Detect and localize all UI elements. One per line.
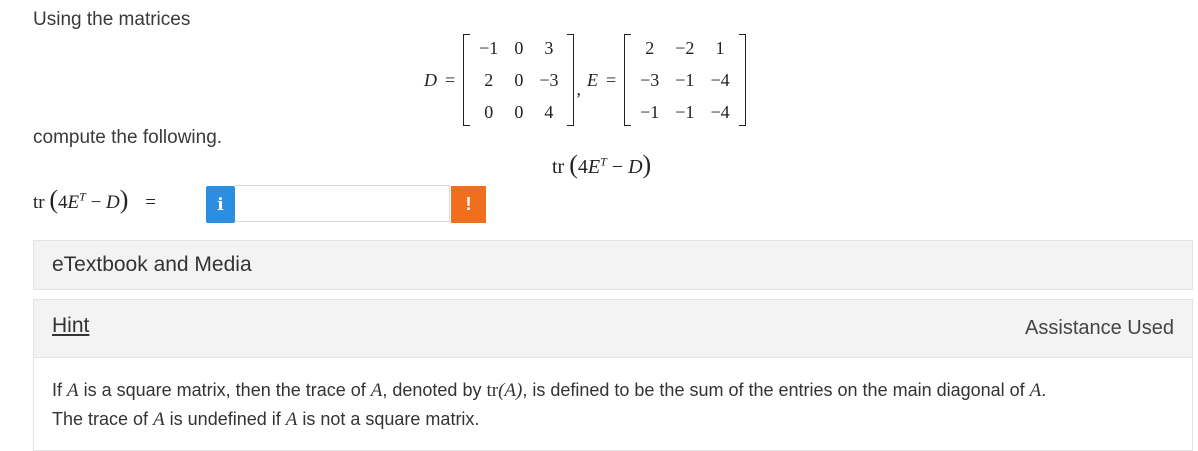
minus-sign: − — [606, 156, 629, 178]
matrix-cell: −1 — [675, 101, 695, 122]
hint-line-2: The trace of A is undefined if A is not … — [52, 405, 1172, 434]
assistance-used-label: Assistance Used — [1025, 317, 1174, 339]
tr-label: tr — [33, 192, 45, 213]
hint-text: The trace of — [52, 409, 154, 429]
e-symbol: E — [587, 156, 601, 178]
intro-text: Using the matrices — [33, 9, 191, 30]
hint-text: , denoted by — [382, 380, 487, 400]
hint-text: , is defined to be the sum of the entrie… — [522, 380, 1030, 400]
minus-sign: − — [85, 192, 107, 213]
matrix-cell: 3 — [544, 37, 554, 58]
matrix-cell: −1 — [479, 37, 499, 58]
transpose-symbol: T — [600, 154, 607, 169]
matrix-cell: 0 — [514, 69, 524, 90]
math-tr: tr — [486, 380, 499, 401]
equals-sign: = — [445, 69, 456, 90]
close-paren: ) — [642, 150, 652, 179]
hint-text: is not a square matrix. — [297, 409, 480, 429]
matrix-cell: −1 — [675, 69, 695, 90]
equals-sign: = — [145, 192, 156, 213]
hint-link[interactable]: Hint — [52, 314, 89, 338]
info-icon[interactable]: i — [206, 186, 235, 223]
matrix-d-label: D — [424, 69, 437, 90]
hint-text: If — [52, 380, 68, 400]
hint-text: is undefined if — [164, 409, 286, 429]
hint-header: Hint Assistance Used — [34, 300, 1192, 358]
matrix-cell: 0 — [514, 101, 524, 122]
hint-line-1: If A is a square matrix, then the trace … — [52, 376, 1172, 405]
math-a: A — [370, 380, 383, 401]
matrix-cell: 0 — [514, 37, 524, 58]
math-a: A — [285, 409, 298, 430]
hint-text: . — [1041, 380, 1047, 400]
open-paren: ( — [49, 185, 59, 214]
matrix-d: −1 0 3 2 0 −3 0 0 4 — [463, 32, 575, 128]
matrix-cell: 0 — [484, 101, 494, 122]
math-a: A — [1029, 380, 1042, 401]
math-a: A — [153, 409, 165, 430]
coefficient: 4 — [577, 156, 588, 178]
etextbook-label[interactable]: eTextbook and Media — [52, 253, 252, 277]
matrix-e: 2 −2 1 −3 −1 −4 −1 −1 −4 — [624, 32, 747, 128]
matrix-cell: 1 — [715, 37, 725, 58]
coefficient: 4 — [58, 192, 68, 213]
open-paren: ( — [569, 150, 578, 179]
equals-sign: = — [605, 69, 617, 90]
d-symbol: D — [106, 192, 120, 213]
matrix-cell: −4 — [710, 69, 730, 90]
hint-body: If A is a square matrix, then the trace … — [52, 376, 1172, 434]
close-paren: ) — [119, 185, 129, 214]
matrix-e-label: E — [586, 69, 598, 90]
matrix-cell: −1 — [640, 101, 660, 122]
e-symbol: E — [67, 192, 80, 213]
d-symbol: D — [628, 156, 643, 178]
transpose-symbol: T — [79, 189, 86, 204]
math-a: (A) — [498, 380, 523, 401]
tr-label: tr — [552, 156, 565, 178]
matrix-cell: −2 — [675, 37, 695, 58]
matrix-cell: 2 — [645, 37, 655, 58]
hint-panel: Hint Assistance Used If A is a square ma… — [33, 299, 1193, 451]
compute-text: compute the following. — [33, 127, 223, 148]
matrix-cell: −3 — [539, 69, 559, 90]
matrix-definitions: D = −1 0 3 2 0 −3 0 0 4 , E = 2 −2 1 −3 … — [424, 30, 747, 130]
warning-icon[interactable]: ! — [451, 186, 486, 223]
matrix-cell: 2 — [484, 69, 494, 90]
matrix-cell: −3 — [640, 69, 660, 90]
math-a: A — [67, 380, 79, 401]
answer-input[interactable] — [235, 185, 450, 222]
matrix-cell: 4 — [544, 101, 554, 122]
answer-label: tr (4ET − D) = — [33, 185, 156, 215]
matrix-cell: −4 — [710, 101, 730, 122]
trace-expression: tr (4ET − D) — [552, 150, 651, 180]
comma: , — [576, 79, 581, 99]
hint-text: is a square matrix, then the trace of — [78, 380, 371, 400]
etextbook-panel[interactable]: eTextbook and Media — [33, 240, 1193, 290]
